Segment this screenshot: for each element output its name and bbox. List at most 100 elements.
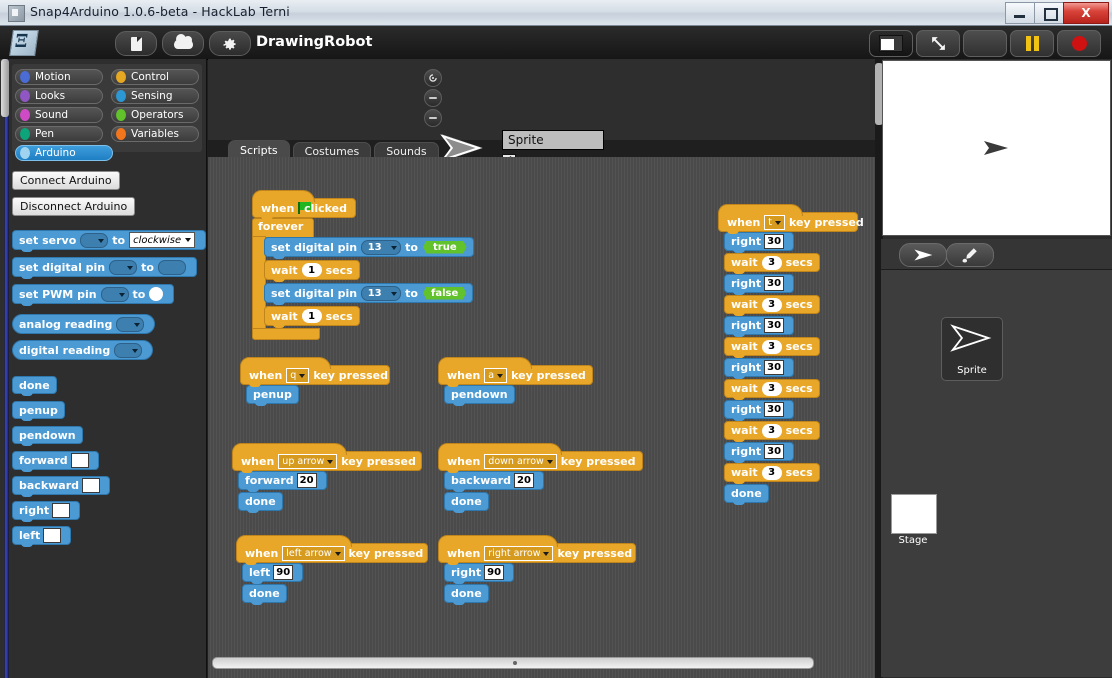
right-arg-input[interactable]: 90 [484, 565, 504, 580]
backward-arg-input[interactable]: 20 [514, 473, 534, 488]
block-done[interactable]: done [12, 376, 57, 394]
right-arg-input[interactable]: 30 [764, 276, 784, 291]
block-set-servo[interactable]: set servo to clockwise [12, 230, 206, 250]
wait-seconds-input[interactable]: 3 [762, 256, 782, 270]
paint-sprite-button[interactable] [946, 243, 994, 267]
category-pen[interactable]: Pen [15, 126, 103, 142]
block-right-4[interactable]: right30 [724, 358, 794, 377]
block-right[interactable]: right 90 [444, 563, 514, 582]
block-digital-reading[interactable]: digital reading [12, 340, 153, 360]
block-wait-4[interactable]: wait3secs [724, 379, 820, 398]
block-wait-2[interactable]: wait3secs [724, 295, 820, 314]
hat-when-down-arrow-pressed[interactable]: when down arrow key pressed [438, 451, 643, 471]
block-done[interactable]: done [242, 584, 287, 603]
key-dropdown[interactable]: left arrow [282, 546, 344, 561]
block-backward[interactable]: backward [12, 476, 110, 495]
block-done[interactable]: done [238, 492, 283, 511]
block-set-digital-pin-true[interactable]: set digital pin 13 to true [264, 237, 474, 257]
hat-when-flag-clicked[interactable]: when clicked [252, 198, 356, 218]
pin-dropdown[interactable]: 13 [361, 286, 401, 301]
wait-seconds-input[interactable]: 1 [302, 309, 322, 323]
analog-pin-dropdown[interactable] [116, 317, 144, 332]
block-right[interactable]: right [12, 501, 80, 520]
presentation-button[interactable] [916, 30, 960, 57]
block-left[interactable]: left 90 [242, 563, 303, 582]
right-arg-input[interactable]: 30 [764, 234, 784, 249]
category-motion[interactable]: Motion [15, 69, 103, 85]
pwm-value-slot[interactable] [149, 287, 163, 301]
go-button[interactable] [963, 30, 1007, 57]
block-set-digital-pin-false[interactable]: set digital pin 13 to false [264, 283, 473, 303]
palette-scrollbar[interactable] [4, 59, 9, 678]
block-left[interactable]: left [12, 526, 71, 545]
digital-value-slot[interactable] [158, 260, 186, 275]
category-variables[interactable]: Variables [111, 126, 199, 142]
block-right-5[interactable]: right30 [724, 400, 794, 419]
wait-seconds-input[interactable]: 3 [762, 340, 782, 354]
key-dropdown[interactable]: right arrow [484, 546, 553, 561]
block-done[interactable]: done [444, 584, 489, 603]
block-wait-6[interactable]: wait3secs [724, 463, 820, 482]
servo-direction-dropdown[interactable]: clockwise [129, 232, 195, 248]
block-set-pwm-pin[interactable]: set PWM pin to [12, 284, 174, 304]
scripts-horizontal-scrollbar[interactable] [212, 657, 814, 669]
block-wait-1-secs-a[interactable]: wait 1 secs [264, 260, 360, 280]
block-right-2[interactable]: right30 [724, 274, 794, 293]
category-arduino[interactable]: Arduino [15, 145, 113, 161]
right-arg-input[interactable]: 30 [764, 318, 784, 333]
block-wait-5[interactable]: wait3secs [724, 421, 820, 440]
key-dropdown[interactable]: down arrow [484, 454, 557, 469]
maximize-button[interactable] [1034, 2, 1063, 24]
block-right-1[interactable]: right30 [724, 232, 794, 251]
block-done[interactable]: done [444, 492, 489, 511]
block-penup[interactable]: penup [246, 385, 299, 404]
hat-when-a-key-pressed[interactable]: when a key pressed [438, 365, 593, 385]
stage-canvas[interactable] [882, 60, 1111, 236]
block-forward[interactable]: forward [12, 451, 99, 470]
block-wait-3[interactable]: wait3secs [724, 337, 820, 356]
left-arg-input[interactable] [43, 528, 61, 543]
category-looks[interactable]: Looks [15, 88, 103, 104]
corral-sprite-item[interactable]: Sprite [941, 317, 1003, 381]
forward-arg-input[interactable] [71, 453, 89, 468]
rotation-style-leftright-button[interactable] [424, 89, 442, 107]
wait-seconds-input[interactable]: 1 [302, 263, 322, 277]
block-set-digital-pin[interactable]: set digital pin to [12, 257, 197, 277]
hat-when-up-arrow-pressed[interactable]: when up arrow key pressed [232, 451, 422, 471]
palette-scroll-thumb[interactable] [1, 59, 9, 117]
hat-when-right-arrow-pressed[interactable]: when right arrow key pressed [438, 543, 636, 563]
rotation-style-free-button[interactable] [424, 69, 442, 87]
left-arg-input[interactable]: 90 [273, 565, 293, 580]
stop-button[interactable] [1057, 30, 1101, 57]
right-arg-input[interactable]: 30 [764, 402, 784, 417]
key-dropdown[interactable]: up arrow [278, 454, 337, 469]
wait-seconds-input[interactable]: 3 [762, 298, 782, 312]
block-done[interactable]: done [724, 484, 769, 503]
block-wait-1-secs-b[interactable]: wait 1 secs [264, 306, 360, 326]
stage-size-button[interactable] [869, 30, 913, 57]
minimize-button[interactable] [1005, 2, 1034, 24]
boolean-false-reporter[interactable]: false [423, 287, 466, 300]
stage-sprite-arrow[interactable] [983, 139, 1009, 157]
close-button[interactable]: X [1063, 2, 1109, 24]
right-arg-input[interactable]: 30 [764, 360, 784, 375]
category-sensing[interactable]: Sensing [111, 88, 199, 104]
block-pendown[interactable]: pendown [444, 385, 515, 404]
digital-pin-dropdown[interactable] [109, 260, 137, 275]
block-backward[interactable]: backward 20 [444, 471, 544, 490]
block-forward[interactable]: forward 20 [238, 471, 327, 490]
connect-arduino-button[interactable]: Connect Arduino [12, 171, 120, 190]
key-dropdown[interactable]: q [286, 368, 309, 383]
category-control[interactable]: Control [111, 69, 199, 85]
wait-seconds-input[interactable]: 3 [762, 382, 782, 396]
block-analog-reading[interactable]: analog reading [12, 314, 155, 334]
pause-button[interactable] [1010, 30, 1054, 57]
block-right-3[interactable]: right30 [724, 316, 794, 335]
category-sound[interactable]: Sound [15, 107, 103, 123]
digital-read-pin-dropdown[interactable] [114, 343, 142, 358]
wait-seconds-input[interactable]: 3 [762, 466, 782, 480]
block-wait-1[interactable]: wait3secs [724, 253, 820, 272]
cloud-menu-button[interactable] [162, 31, 204, 56]
right-arg-input[interactable]: 30 [764, 444, 784, 459]
rotation-style-none-button[interactable] [424, 109, 442, 127]
